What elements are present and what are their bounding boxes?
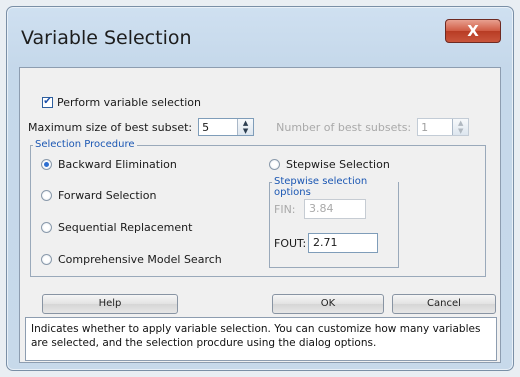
ok-button[interactable]: OK [272, 294, 384, 314]
perform-selection-checkbox[interactable]: ✔ [42, 96, 53, 108]
cancel-button[interactable]: Cancel [392, 294, 496, 314]
num-subsets-spinner[interactable]: 1 ▲ ▼ [417, 118, 470, 136]
stepwise-selection-label: Stepwise Selection [286, 158, 390, 171]
stepwise-options-caption: Stepwise selection options [272, 176, 398, 198]
spin-up-icon[interactable]: ▲ [238, 119, 253, 127]
radio-comprehensive-model-search[interactable]: Comprehensive Model Search [41, 253, 222, 266]
fin-input[interactable]: 3.84 [304, 199, 366, 219]
radio-icon [41, 190, 52, 201]
num-subsets-value: 1 [421, 120, 429, 134]
spin-down-icon[interactable]: ▼ [453, 127, 468, 135]
radio-backward-elimination[interactable]: Backward Elimination [41, 158, 177, 171]
perform-selection-row[interactable]: ✔ Perform variable selection [42, 94, 201, 110]
radio-sequential-replacement[interactable]: Sequential Replacement [41, 221, 192, 234]
checkmark-icon: ✔ [43, 96, 52, 107]
description-box: Indicates whether to apply variable sele… [25, 317, 497, 361]
max-subset-value: 5 [202, 120, 210, 134]
close-button[interactable]: X [445, 19, 501, 43]
radio-stepwise-selection[interactable]: Stepwise Selection [269, 158, 390, 171]
spin-up-icon[interactable]: ▲ [453, 119, 468, 127]
title-bar: Variable Selection X [7, 7, 513, 61]
sequential-replacement-label: Sequential Replacement [58, 221, 193, 234]
subset-row: Maximum size of best subset: 5 ▲ ▼ Number… [28, 118, 470, 136]
radio-selected-icon [41, 159, 52, 170]
fout-input[interactable]: 2.71 [308, 233, 378, 253]
radio-icon [269, 159, 280, 170]
selection-procedure-group: Selection Procedure Backward Elimination… [30, 139, 486, 277]
num-subsets-label: Number of best subsets: [276, 120, 412, 134]
radio-icon [41, 254, 52, 265]
comprehensive-model-search-label: Comprehensive Model Search [58, 253, 222, 266]
fin-label: FIN: [274, 202, 296, 216]
radio-icon [41, 222, 52, 233]
close-icon: X [467, 22, 479, 40]
forward-selection-label: Forward Selection [58, 189, 157, 202]
fin-field-row: FIN: 3.84 [274, 199, 366, 219]
max-subset-spinner[interactable]: 5 ▲ ▼ [198, 118, 255, 136]
fout-label: FOUT: [274, 236, 307, 250]
dialog-title: Variable Selection [21, 27, 192, 49]
help-button[interactable]: Help [42, 294, 178, 314]
spin-down-icon[interactable]: ▼ [238, 127, 253, 135]
perform-selection-label: Perform variable selection [57, 95, 201, 109]
backward-elimination-label: Backward Elimination [58, 158, 177, 171]
radio-forward-selection[interactable]: Forward Selection [41, 189, 156, 202]
selection-procedure-caption: Selection Procedure [33, 139, 137, 150]
fout-field-row: FOUT: 2.71 [274, 233, 378, 253]
max-subset-label: Maximum size of best subset: [28, 120, 193, 134]
stepwise-options-group: Stepwise selection options FIN: 3.84 FOU… [269, 176, 399, 268]
variable-selection-dialog: Variable Selection X ✔ Perform variable … [6, 6, 514, 371]
